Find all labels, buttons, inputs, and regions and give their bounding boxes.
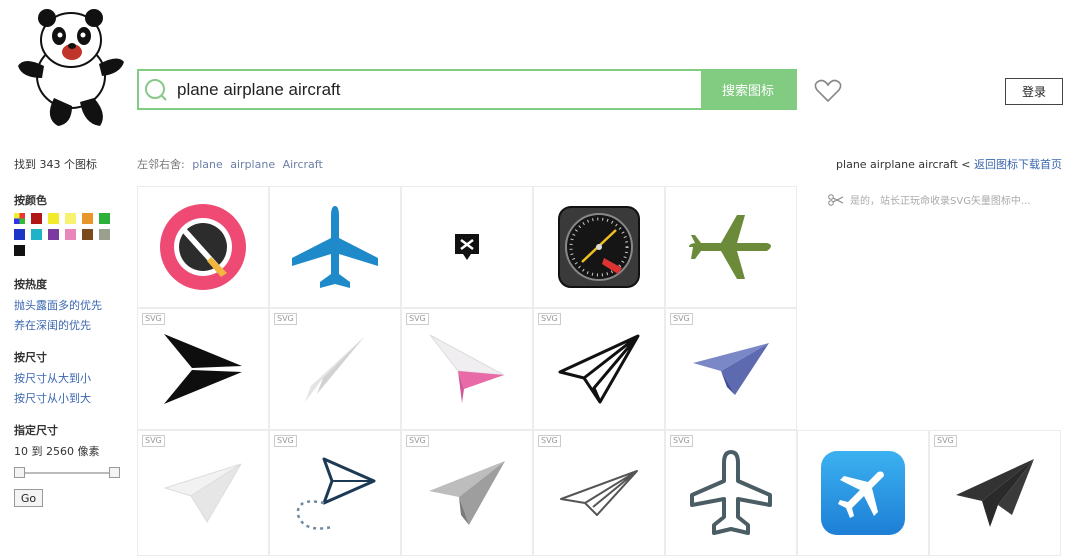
color-swatch[interactable] <box>31 229 42 240</box>
icon-cell[interactable]: SVG <box>137 430 269 556</box>
search-icon <box>139 71 173 108</box>
svg-badge: SVG <box>274 435 297 447</box>
icon-cell[interactable]: SVG <box>269 308 401 430</box>
page: 搜索图标 登录 左邻右舍: plane airplane Aircraft pl… <box>0 0 1080 556</box>
breadcrumb-separator: < <box>957 158 974 171</box>
black-paper-plane-icon <box>164 334 242 404</box>
color-swatch[interactable] <box>99 213 110 224</box>
size-range-title: 指定尺寸 <box>14 424 58 437</box>
svg-badge: SVG <box>934 435 957 447</box>
color-swatches <box>14 213 132 256</box>
breadcrumb-query: plane airplane aircraft <box>836 158 958 171</box>
panda-logo[interactable] <box>14 6 128 132</box>
color-swatch[interactable] <box>82 229 93 240</box>
gray-paper-plane-icon <box>429 461 505 525</box>
related-searches: 左邻右舍: plane airplane Aircraft <box>137 156 323 172</box>
icon-cell[interactable]: SVG <box>665 308 797 430</box>
icon-cell[interactable]: SVG <box>929 430 1061 556</box>
icon-cell[interactable] <box>533 186 665 308</box>
svg-badge: SVG <box>142 435 165 447</box>
icon-cell[interactable] <box>269 186 401 308</box>
slider-max-handle[interactable] <box>109 467 120 478</box>
svg-badge: SVG <box>406 435 429 447</box>
dark-paper-plane-icon <box>956 459 1034 527</box>
dotted-trail-paper-plane-icon <box>296 457 376 530</box>
icon-cell[interactable] <box>797 430 929 556</box>
icon-cell[interactable]: SVG <box>665 430 797 556</box>
search-input[interactable] <box>173 71 701 108</box>
thin-outline-paper-plane-icon <box>560 470 638 516</box>
size-range-slider <box>14 467 120 479</box>
outline-paper-plane-icon <box>558 334 640 404</box>
login-button[interactable]: 登录 <box>1005 78 1063 105</box>
popularity-title: 按热度 <box>14 278 47 291</box>
popularity-filter: 按热度 抛头露面多的优先 养在深闺的优先 <box>14 276 132 333</box>
color-filter-title: 按颜色 <box>14 194 47 207</box>
result-count: 找到 343 个图标 <box>14 158 97 171</box>
color-swatch[interactable] <box>82 213 93 224</box>
sort-size-asc-link[interactable]: 按尺寸从小到大 <box>14 390 132 406</box>
filter-sidebar: 找到 343 个图标 按颜色 按热度 抛头露面多的优先 养在深闺的优先 按尺寸 … <box>14 156 132 507</box>
svg-badge: SVG <box>142 313 165 325</box>
size-range-filter: 指定尺寸 10 到 2560 像素 Go <box>14 422 132 507</box>
related-link-airplane[interactable]: airplane <box>230 158 275 171</box>
svg-badge: SVG <box>538 435 561 447</box>
heart-icon[interactable] <box>814 79 842 103</box>
size-range-text: 10 到 2560 像素 <box>14 445 100 458</box>
svg-badge: SVG <box>670 435 693 447</box>
sort-popular-first-link[interactable]: 抛头露面多的优先 <box>14 297 132 313</box>
svg-badge: SVG <box>670 313 693 325</box>
search-bar: 搜索图标 <box>137 69 797 110</box>
svg-badge: SVG <box>538 313 561 325</box>
icon-cell[interactable] <box>137 186 269 308</box>
color-swatch[interactable] <box>14 245 25 256</box>
light-gray-paper-plane-icon <box>305 336 365 402</box>
icon-cell[interactable] <box>401 186 533 308</box>
white-paper-plane-icon <box>163 463 242 523</box>
breadcrumb: plane airplane aircraft < 返回图标下载首页 <box>836 156 1062 172</box>
slider-min-handle[interactable] <box>14 467 25 478</box>
color-swatch-multi[interactable] <box>14 213 25 224</box>
color-swatch[interactable] <box>65 213 76 224</box>
airport-badge-icon <box>455 234 479 260</box>
icon-cell[interactable]: SVG <box>401 430 533 556</box>
flight-gauge-icon <box>558 206 640 288</box>
icon-cell[interactable]: SVG <box>137 308 269 430</box>
color-swatch[interactable] <box>14 229 25 240</box>
blue-paper-plane-icon <box>693 343 769 395</box>
airplane-outline-icon <box>690 450 772 535</box>
color-swatch[interactable] <box>99 229 110 240</box>
pink-paper-plane-icon <box>429 334 505 403</box>
svg-badge: SVG <box>274 313 297 325</box>
sort-size-desc-link[interactable]: 按尺寸从大到小 <box>14 370 132 386</box>
color-swatch[interactable] <box>48 229 59 240</box>
related-link-aircraft[interactable]: Aircraft <box>283 158 323 171</box>
slider-track <box>18 472 116 474</box>
search-button[interactable]: 搜索图标 <box>701 71 795 108</box>
icon-cell[interactable]: SVG <box>533 308 665 430</box>
icon-cell[interactable]: SVG <box>269 430 401 556</box>
size-sort-title: 按尺寸 <box>14 351 47 364</box>
svg-badge: SVG <box>406 313 429 325</box>
color-swatch[interactable] <box>65 229 76 240</box>
color-swatch[interactable] <box>31 213 42 224</box>
back-home-link[interactable]: 返回图标下载首页 <box>974 158 1062 171</box>
compass-app-icon <box>160 204 246 290</box>
olive-airplane-icon <box>689 215 771 279</box>
size-sort-filter: 按尺寸 按尺寸从大到小 按尺寸从小到大 <box>14 349 132 406</box>
related-label: 左邻右舍: <box>137 158 185 171</box>
color-swatch[interactable] <box>48 213 59 224</box>
icon-grid: SVG SVG SVG SVG SVG SVG SVG SVG SVG SVG … <box>137 186 1065 556</box>
blue-app-airplane-icon <box>821 451 905 535</box>
blue-airplane-icon <box>292 206 378 288</box>
related-link-plane[interactable]: plane <box>192 158 223 171</box>
icon-cell[interactable]: SVG <box>401 308 533 430</box>
sort-obscure-first-link[interactable]: 养在深闺的优先 <box>14 317 132 333</box>
icon-cell[interactable] <box>665 186 797 308</box>
go-button[interactable]: Go <box>14 489 43 507</box>
icon-cell[interactable]: SVG <box>533 430 665 556</box>
